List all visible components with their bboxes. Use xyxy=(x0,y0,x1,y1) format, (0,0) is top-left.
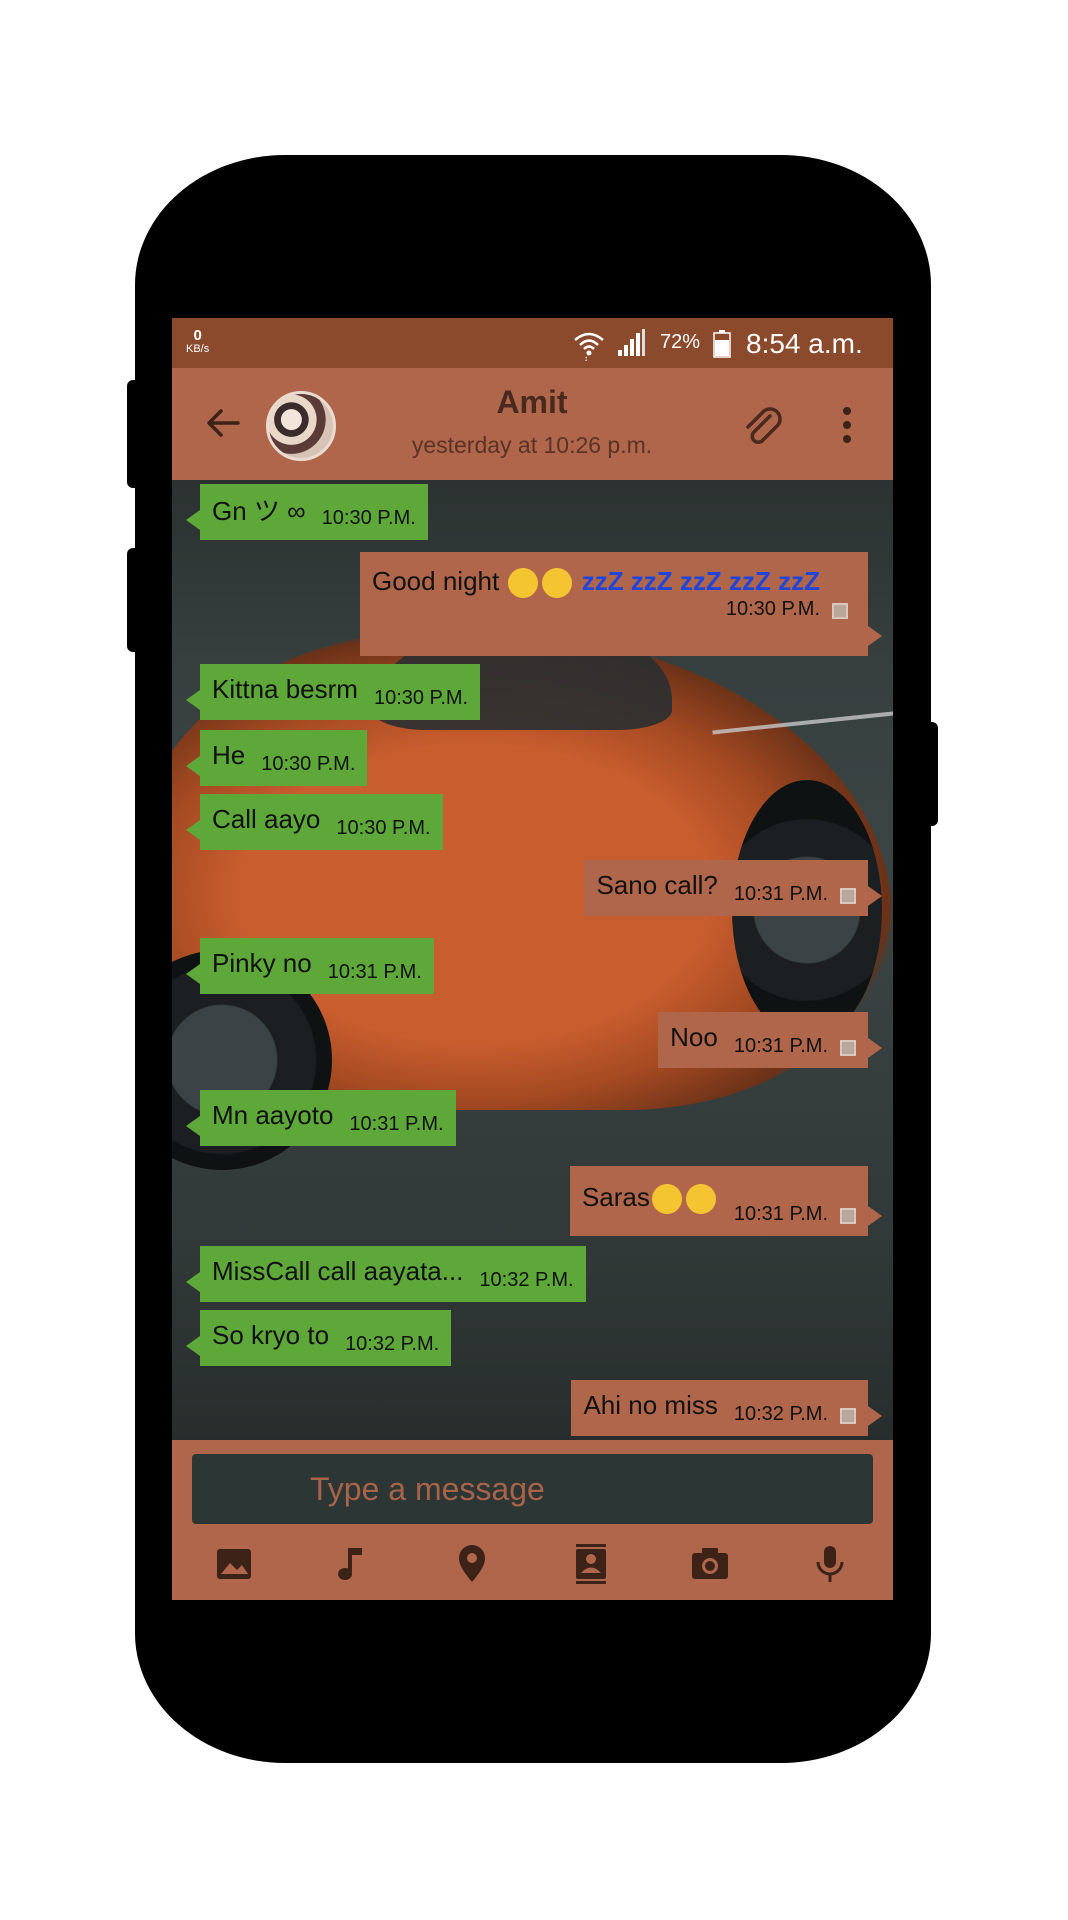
message-bubble-outgoing[interactable]: Ahi no miss 10:32 P.M. xyxy=(571,1380,882,1436)
wifi-icon: ↕ xyxy=(574,332,604,361)
svg-text:↕: ↕ xyxy=(584,354,588,361)
message-text: He xyxy=(212,739,246,770)
message-time: 10:30 P.M. xyxy=(336,817,431,839)
data-speed-unit: KB/s xyxy=(186,343,210,355)
message-text: Good night xyxy=(372,566,500,596)
zzz-emoji: zzZ zzZ zzZ zzZ zzZ xyxy=(581,566,820,596)
message-text: Sano call? xyxy=(596,869,718,900)
data-speed: 0 KB/s xyxy=(186,328,209,355)
message-time: 10:32 P.M. xyxy=(345,1333,440,1355)
volume-up-button xyxy=(127,380,143,488)
location-pin-icon[interactable] xyxy=(450,1542,494,1586)
image-icon[interactable] xyxy=(212,1542,256,1586)
message-meta: 10:30 P.M. xyxy=(710,598,848,631)
message-input[interactable]: Type a message xyxy=(192,1454,873,1524)
message-time: 10:30 P.M. xyxy=(725,598,820,621)
message-time: 10:30 P.M. xyxy=(321,507,416,529)
message-time: 10:31 P.M. xyxy=(733,1203,828,1225)
delivered-tick-icon xyxy=(840,1040,856,1056)
message-text: Mn aayoto xyxy=(212,1099,334,1130)
status-time: 8:54 a.m. xyxy=(746,328,863,359)
message-text: Gn ツ ∞ xyxy=(212,495,306,526)
contact-name[interactable]: Amit xyxy=(372,384,692,421)
microphone-icon[interactable] xyxy=(808,1542,852,1586)
composer: Type a message xyxy=(172,1440,893,1600)
message-text: Pinky no xyxy=(212,947,312,978)
avatar[interactable] xyxy=(266,391,336,461)
chat-area[interactable]: Gn ツ ∞ 10:30 P.M. Good night zzZ zzZ zzZ… xyxy=(172,480,893,1440)
message-bubble-outgoing[interactable]: Sano call? 10:31 P.M. xyxy=(584,860,882,916)
message-bubble-incoming[interactable]: MissCall call aayata... 10:32 P.M. xyxy=(186,1246,586,1302)
music-note-icon[interactable] xyxy=(330,1542,374,1586)
message-bubble-incoming[interactable]: So kryo to 10:32 P.M. xyxy=(185,1310,452,1366)
message-bubble-incoming[interactable]: Pinky no 10:31 P.M. xyxy=(186,938,434,994)
message-bubble-incoming[interactable]: Gn ツ ∞ 10:30 P.M. xyxy=(186,484,428,540)
message-bubble-outgoing[interactable]: Saras 10:31 P.M. xyxy=(569,1166,883,1236)
message-bubble-incoming[interactable]: Kittna besrm 10:30 P.M. xyxy=(185,664,481,720)
battery-icon xyxy=(713,330,731,358)
attachment-toolbar xyxy=(172,1532,893,1596)
message-time: 10:31 P.M. xyxy=(733,1035,828,1057)
message-bubble-incoming[interactable]: He 10:30 P.M. xyxy=(185,730,368,786)
chat-header: Amit yesterday at 10:26 p.m. xyxy=(172,368,893,480)
more-vert-icon[interactable] xyxy=(836,402,858,448)
message-text: MissCall call aayata... xyxy=(212,1255,464,1286)
data-speed-value: 0 xyxy=(193,327,202,344)
message-input-placeholder: Type a message xyxy=(310,1471,545,1507)
message-bubble-incoming[interactable]: Mn aayoto 10:31 P.M. xyxy=(186,1090,456,1146)
camera-icon[interactable] xyxy=(688,1542,732,1586)
delivered-tick-icon xyxy=(840,888,856,904)
delivered-tick-icon xyxy=(840,1408,856,1424)
message-text: So kryo to xyxy=(212,1319,330,1350)
paperclip-icon[interactable] xyxy=(740,402,786,448)
message-time: 10:32 P.M. xyxy=(733,1403,828,1425)
sleeping-face-emoji xyxy=(508,568,539,599)
message-bubble-outgoing[interactable]: Noo 10:31 P.M. xyxy=(658,1012,882,1068)
last-seen: yesterday at 10:26 p.m. xyxy=(411,432,653,458)
signal-icon xyxy=(618,329,645,356)
message-body: Good night zzZ zzZ zzZ zzZ zzZ xyxy=(372,566,820,599)
message-text: Ahi no miss xyxy=(583,1389,718,1420)
contact-card-icon[interactable] xyxy=(569,1542,613,1586)
delivered-tick-icon xyxy=(832,603,848,620)
message-time: 10:30 P.M. xyxy=(261,753,356,775)
message-text: Kittna besrm xyxy=(212,673,358,704)
phone-screen: 0 KB/s ↕ 72% 8:54 a.m. Amit yesterday at… xyxy=(172,318,893,1600)
tears-of-joy-emoji xyxy=(651,1184,682,1215)
message-text: Call aayo xyxy=(212,803,321,834)
message-text: Noo xyxy=(670,1021,718,1052)
power-button xyxy=(922,722,938,826)
message-time: 10:32 P.M. xyxy=(479,1269,574,1291)
sleeping-face-emoji xyxy=(542,568,573,599)
message-time: 10:31 P.M. xyxy=(349,1113,444,1135)
grinning-squinting-emoji xyxy=(685,1184,716,1215)
message-text-content: Saras xyxy=(581,1181,650,1212)
message-time: 10:31 P.M. xyxy=(327,961,422,983)
message-bubble-incoming[interactable]: Call aayo 10:30 P.M. xyxy=(186,794,443,850)
message-bubble-outgoing[interactable]: Good night zzZ zzZ zzZ zzZ zzZ 10:30 P.M… xyxy=(360,552,882,656)
message-time: 10:30 P.M. xyxy=(373,687,469,709)
battery-percent: 72% xyxy=(660,331,701,353)
message-time: 10:31 P.M. xyxy=(733,883,828,905)
delivered-tick-icon xyxy=(840,1208,856,1224)
volume-down-button xyxy=(127,548,143,652)
message-text: Saras xyxy=(581,1181,718,1215)
arrow-back-icon[interactable] xyxy=(204,404,242,442)
status-bar: 0 KB/s ↕ 72% 8:54 a.m. xyxy=(172,318,893,368)
